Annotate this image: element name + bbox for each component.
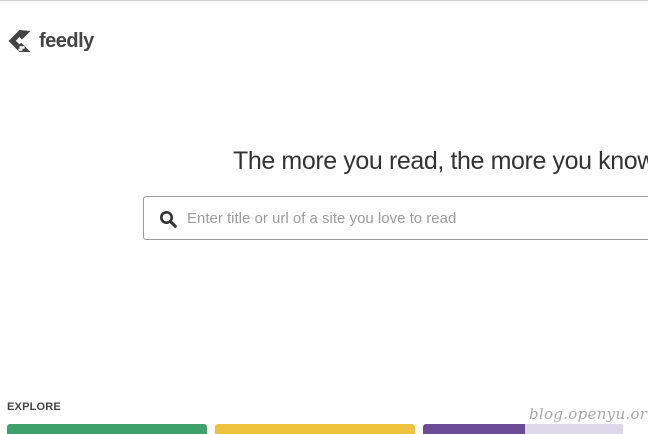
feedly-logo-icon <box>8 30 31 52</box>
search-icon <box>160 211 177 228</box>
search-box[interactable] <box>143 196 648 240</box>
explore-tile-3[interactable] <box>423 424 623 434</box>
explore-heading: EXPLORE <box>7 401 61 413</box>
top-border <box>0 0 648 1</box>
watermark-text: blog.openyu.org <box>529 405 648 423</box>
search-input[interactable] <box>187 205 627 231</box>
logo-text: feedly <box>39 30 94 52</box>
explore-tile-2[interactable] <box>215 424 415 434</box>
page-headline: The more you read, the more you know <box>233 147 648 175</box>
explore-tile-3-accent <box>525 424 623 434</box>
explore-tile-1[interactable] <box>7 424 207 434</box>
feedly-logo[interactable]: feedly <box>7 29 94 53</box>
